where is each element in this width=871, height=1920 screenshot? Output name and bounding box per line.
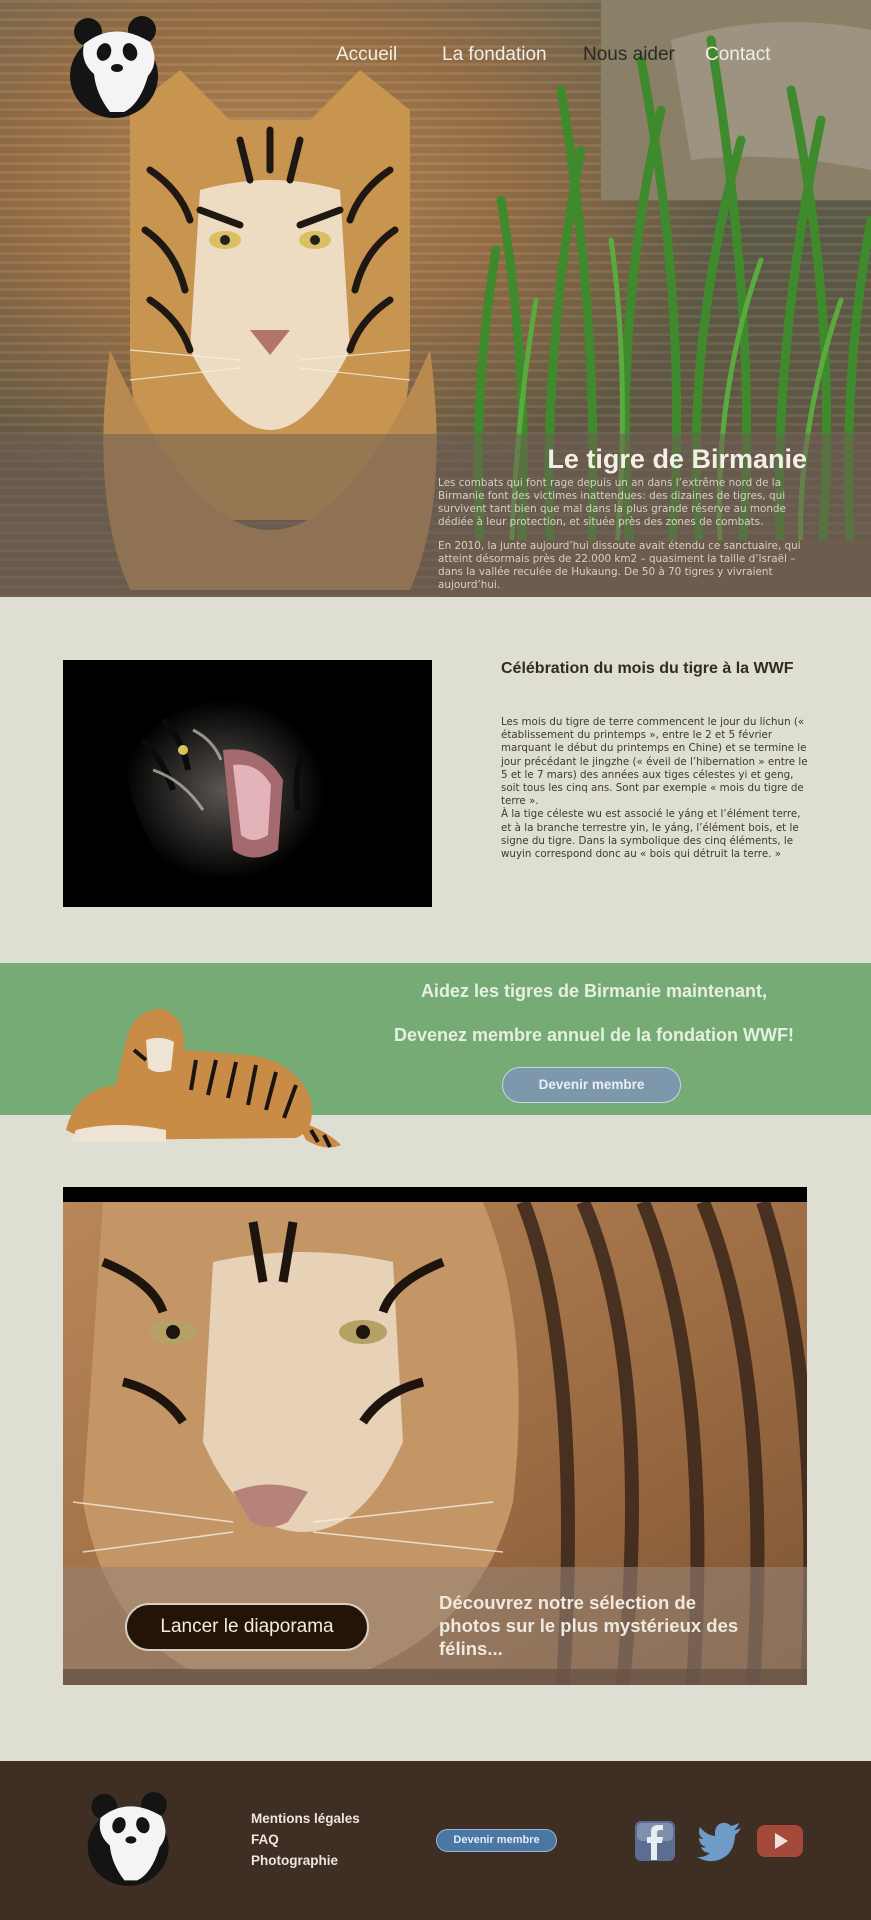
footer-link-mentions-legales[interactable]: Mentions légales (251, 1808, 360, 1829)
gallery-slideshow: Lancer le diaporama Découvrez notre séle… (63, 1187, 807, 1685)
start-slideshow-button[interactable]: Lancer le diaporama (125, 1603, 369, 1651)
main-navigation: Accueil La fondation Nous aider Contact (336, 44, 796, 72)
nav-item-accueil[interactable]: Accueil (336, 44, 397, 66)
hero-paragraph: Les combats qui font rage depuis un an d… (438, 477, 786, 528)
membership-subheadline: Devenez membre annuel de la fondation WW… (393, 1025, 795, 1045)
nav-item-nous-aider[interactable]: Nous aider (583, 44, 675, 66)
nav-item-contact[interactable]: Contact (705, 44, 770, 66)
become-member-button[interactable]: Devenir membre (502, 1067, 681, 1103)
celebration-paragraph: Les mois du tigre de terre commencent le… (501, 716, 808, 808)
celebration-title: Célébration du mois du tigre à la WWF (501, 660, 794, 677)
gallery-caption-text: Découvrez notre sélection de photos sur … (439, 1592, 739, 1659)
twitter-icon[interactable] (697, 1820, 743, 1862)
footer-links: Mentions légales FAQ Photographie (251, 1808, 360, 1871)
youtube-icon[interactable] (756, 1820, 804, 1862)
footer-link-faq[interactable]: FAQ (251, 1829, 360, 1850)
nav-item-la-fondation[interactable]: La fondation (442, 44, 547, 66)
footer-link-photographie[interactable]: Photographie (251, 1850, 360, 1871)
footer-panda-logo[interactable] (84, 1789, 176, 1889)
hero-paragraph: En 2010, la junte aujourd’hui dissoute a… (438, 540, 801, 591)
wwf-panda-logo[interactable] (66, 14, 166, 120)
roaring-tiger-image (63, 660, 432, 907)
celebration-text: Les mois du tigre de terre commencent le… (501, 716, 811, 861)
facebook-icon[interactable] (634, 1820, 676, 1862)
hero-title: Le tigre de Birmanie (547, 444, 807, 474)
footer-become-member-button[interactable]: Devenir membre (436, 1829, 557, 1852)
hero-description: Les combats qui font rage depuis un an d… (438, 477, 810, 603)
gallery-bottom-bar (63, 1669, 807, 1685)
lying-tiger-illustration (66, 1009, 341, 1148)
membership-headline: Aidez les tigres de Birmanie maintenant, (420, 981, 768, 1001)
celebration-paragraph: À la tige céleste wu est associé le yáng… (501, 808, 801, 861)
